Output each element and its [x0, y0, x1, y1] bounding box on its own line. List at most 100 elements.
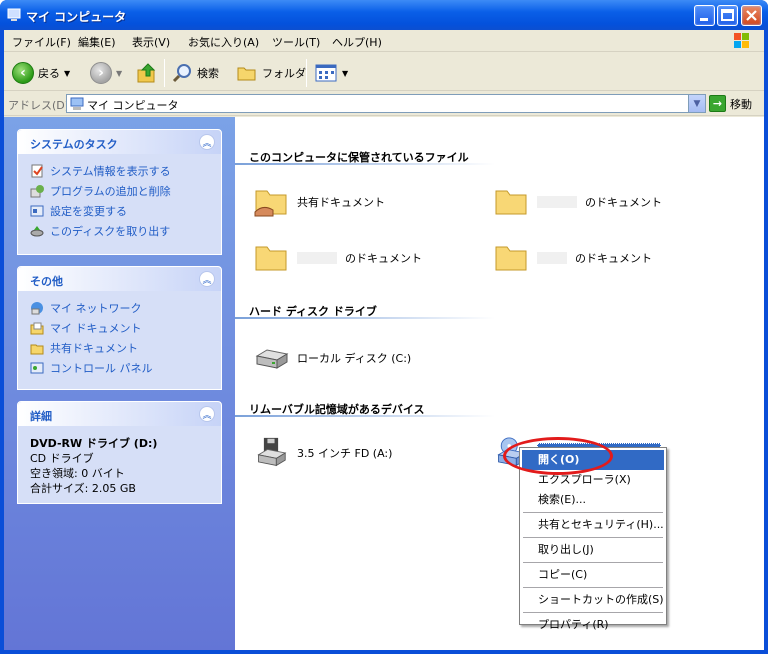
maximize-icon [721, 9, 734, 21]
window-frame-bottom [0, 650, 768, 654]
folder-icon [237, 67, 256, 81]
system-tasks-header[interactable]: システムのタスク ︽ [18, 130, 221, 154]
item-floppy-a[interactable]: 3.5 インチ FD (A:) [253, 437, 392, 469]
link-my-documents[interactable]: マイ ドキュメント [30, 318, 211, 338]
item-user-documents[interactable]: のドキュメント [493, 186, 662, 218]
task-view-system-info[interactable]: システム情報を表示する [30, 161, 211, 181]
back-arrow-icon: ‹ [12, 62, 34, 84]
menu-separator [523, 612, 663, 613]
link-my-network[interactable]: マイ ネットワーク [30, 298, 211, 318]
item-user-documents[interactable]: のドキュメント [493, 242, 652, 274]
hard-disk-icon [255, 349, 289, 369]
collapse-chevron-icon[interactable]: ︽ [199, 134, 215, 150]
details-drive-type: CD ドライブ [30, 452, 94, 465]
menu-help[interactable]: ヘルプ(H) [332, 34, 382, 50]
forward-arrow-icon: › [90, 62, 112, 84]
menu-separator [523, 587, 663, 588]
back-button[interactable]: ‹ 戻る ▼ [12, 60, 70, 86]
system-tasks-title: システムのタスク [30, 138, 118, 151]
collapse-chevron-icon[interactable]: ︽ [199, 406, 215, 422]
shared-folder-icon [254, 190, 287, 217]
task-add-remove-programs[interactable]: プログラムの追加と削除 [30, 181, 211, 201]
my-computer-icon [70, 97, 84, 110]
shared-folder-icon [30, 344, 44, 355]
file-view: このコンピュータに保管されているファイル 共有ドキュメント のドキュメント のド… [235, 117, 764, 650]
go-label: 移動 [730, 97, 752, 111]
address-dropdown-icon[interactable]: ▼ [688, 95, 705, 112]
control-panel-icon [30, 205, 44, 217]
task-change-settings[interactable]: 設定を変更する [30, 201, 211, 221]
details-header[interactable]: 詳細 ︽ [18, 402, 221, 426]
back-dropdown-icon[interactable]: ▼ [64, 69, 70, 78]
toolbar-separator [164, 59, 165, 87]
folders-button[interactable]: フォルダ [236, 60, 306, 86]
search-button[interactable]: 検索 [171, 60, 219, 86]
forward-dropdown-icon[interactable]: ▼ [116, 69, 122, 78]
menu-bar: ファイル(F) 編集(E) 表示(V) お気に入り(A) ツール(T) ヘルプ(… [4, 30, 764, 52]
redacted-username [537, 252, 567, 264]
network-icon [31, 302, 43, 315]
context-menu-properties[interactable]: プロパティ(R) [522, 615, 664, 635]
window-frame-right [764, 30, 768, 654]
go-button[interactable]: → 移動 [709, 95, 752, 112]
menu-favorites[interactable]: お気に入り(A) [188, 34, 259, 50]
up-folder-button[interactable] [136, 60, 158, 86]
control-panel-icon [30, 362, 44, 374]
window-title: マイ コンピュータ [26, 10, 127, 24]
item-shared-documents[interactable]: 共有ドキュメント [253, 186, 385, 218]
address-bar: アドレス(D) マイ コンピュータ ▼ → 移動 [4, 92, 764, 116]
minimize-icon [700, 18, 708, 21]
views-dropdown-icon: ▼ [342, 68, 349, 78]
views-button[interactable]: ▼ [314, 60, 348, 86]
task-eject-disc[interactable]: このディスクを取り出す [30, 221, 211, 241]
collapse-chevron-icon[interactable]: ︽ [199, 271, 215, 287]
item-user-documents[interactable]: のドキュメント [253, 242, 422, 274]
details-panel: 詳細 ︽ DVD-RW ドライブ (D:) CD ドライブ 空き領域: 0 バイ… [17, 401, 222, 504]
go-arrow-icon: → [709, 95, 726, 112]
windows-logo-icon [734, 33, 749, 48]
details-drive-name: DVD-RW ドライブ (D:) [30, 437, 158, 450]
folders-label: フォルダ [262, 67, 306, 80]
maximize-button[interactable] [717, 5, 738, 26]
menu-view[interactable]: 表示(V) [132, 34, 170, 50]
details-free-space: 空き領域: 0 バイト [30, 467, 125, 480]
views-icon [315, 64, 337, 82]
context-menu-search[interactable]: 検索(E)... [522, 490, 664, 510]
search-label: 検索 [197, 67, 219, 80]
close-icon [746, 10, 757, 21]
group-divider [235, 415, 495, 417]
menu-file[interactable]: ファイル(F) [12, 34, 71, 50]
minimize-button[interactable] [694, 5, 715, 26]
link-control-panel[interactable]: コントロール パネル [30, 358, 211, 378]
menu-tools[interactable]: ツール(T) [272, 34, 320, 50]
forward-button[interactable]: › ▼ [90, 60, 122, 86]
system-info-icon [31, 164, 43, 178]
menu-edit[interactable]: 編集(E) [78, 34, 116, 50]
menu-separator [523, 562, 663, 563]
context-menu-sharing-security[interactable]: 共有とセキュリティ(H)... [522, 515, 664, 535]
other-places-header[interactable]: その他 ︽ [18, 267, 221, 291]
other-places-panel: その他 ︽ マイ ネットワーク マイ ドキュメント 共有ドキュメント コントロー… [17, 266, 222, 390]
redacted-username [297, 252, 337, 264]
group-divider [235, 163, 495, 165]
folder-icon [495, 246, 527, 271]
my-documents-icon [30, 322, 44, 335]
add-remove-programs-icon [30, 185, 44, 198]
address-input[interactable]: マイ コンピュータ ▼ [66, 94, 706, 113]
address-value: マイ コンピュータ [87, 99, 179, 112]
address-label: アドレス(D) [8, 99, 70, 112]
close-button[interactable] [741, 5, 762, 26]
system-tasks-panel: システムのタスク ︽ システム情報を表示する プログラムの追加と削除 設定を変更… [17, 129, 222, 255]
item-local-disk-c[interactable]: ローカル ディスク (C:) [253, 342, 411, 374]
context-menu-create-shortcut[interactable]: ショートカットの作成(S) [522, 590, 664, 610]
up-folder-icon [137, 63, 156, 83]
title-bar[interactable]: マイ コンピュータ [0, 0, 768, 30]
back-label: 戻る [38, 67, 60, 80]
red-highlight-annotation [503, 437, 613, 475]
link-shared-documents[interactable]: 共有ドキュメント [30, 338, 211, 358]
context-menu-copy[interactable]: コピー(C) [522, 565, 664, 585]
menu-separator [523, 537, 663, 538]
details-title: 詳細 [30, 410, 52, 423]
context-menu-eject[interactable]: 取り出し(J) [522, 540, 664, 560]
explorer-window: マイ コンピュータ ファイル(F) 編集(E) 表示(V) お気に入り(A) ツ… [0, 0, 768, 654]
